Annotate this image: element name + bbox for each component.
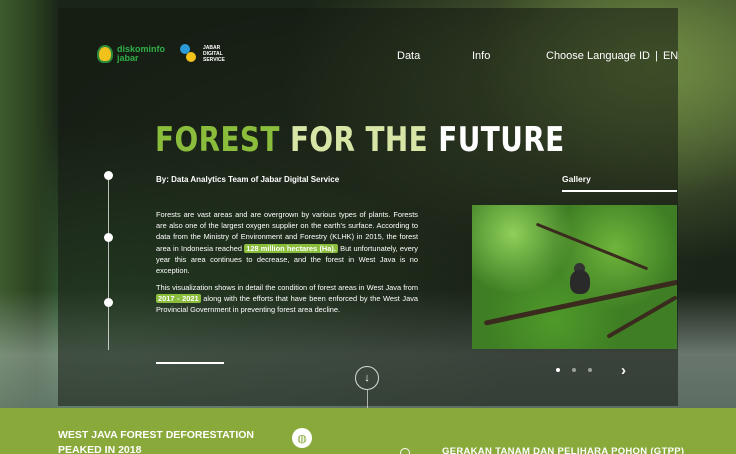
jds-logo-mark (180, 44, 198, 64)
timeline-dot[interactable] (104, 233, 113, 242)
arrow-down-icon: ↓ (364, 372, 370, 384)
diskominfo-logo-text: diskominfo jabar (117, 44, 166, 63)
text-underline (156, 362, 224, 364)
section-title-right: GERAKAN TANAM DAN PELIHARA POHON (GTPP) (442, 446, 685, 454)
branch (535, 222, 649, 271)
section-marker (400, 448, 410, 454)
jds-logo-text: JABAR DIGITAL SERVICE (203, 45, 225, 63)
language-selector: Choose Language ID | EN (546, 50, 678, 62)
nav-info[interactable]: Info (472, 50, 490, 62)
chevron-right-icon[interactable]: › (621, 362, 626, 379)
gallery-pager-dot[interactable] (588, 368, 592, 372)
branch (606, 295, 677, 339)
gallery-label: Gallery (562, 174, 591, 184)
intro-highlight: 128 million hectares (Ha). (244, 243, 338, 253)
globe-icon[interactable]: ◍ (292, 428, 312, 448)
diskominfo-logo[interactable]: diskominfo jabar (97, 45, 173, 63)
scroll-down-button[interactable]: ↓ (355, 366, 379, 390)
gallery-pager-dot[interactable] (556, 368, 560, 372)
language-en[interactable]: EN (663, 50, 678, 62)
gallery-rule (562, 190, 677, 192)
viz-text-a: This visualization shows in detail the c… (156, 283, 418, 292)
timeline-dot[interactable] (104, 298, 113, 307)
title-future: FUTURE (438, 120, 565, 160)
timeline-dot[interactable] (104, 171, 113, 180)
nav-data[interactable]: Data (397, 50, 420, 62)
language-label: Choose Language (546, 50, 636, 62)
section-title: WEST JAVA FOREST DEFORESTATION PEAKED IN… (58, 429, 255, 454)
title-forest: FOREST (155, 120, 280, 160)
page-title: FOREST FOR THE FUTURE (155, 120, 565, 160)
jds-logo[interactable]: JABAR DIGITAL SERVICE (180, 44, 233, 64)
visualization-paragraph: This visualization shows in detail the c… (156, 282, 418, 316)
language-separator: | (655, 50, 658, 62)
monkey-body (570, 270, 590, 294)
diskominfo-logo-mark (97, 45, 113, 63)
byline: By: Data Analytics Team of Jabar Digital… (156, 175, 340, 184)
viz-highlight: 2017 - 2021 (156, 294, 201, 304)
timeline-line (108, 175, 109, 350)
gallery-pager-dot[interactable] (572, 368, 576, 372)
title-for-the: FOR THE (289, 120, 429, 160)
intro-paragraph: Forests are vast areas and are overgrown… (156, 209, 418, 276)
language-id[interactable]: ID (639, 50, 650, 62)
